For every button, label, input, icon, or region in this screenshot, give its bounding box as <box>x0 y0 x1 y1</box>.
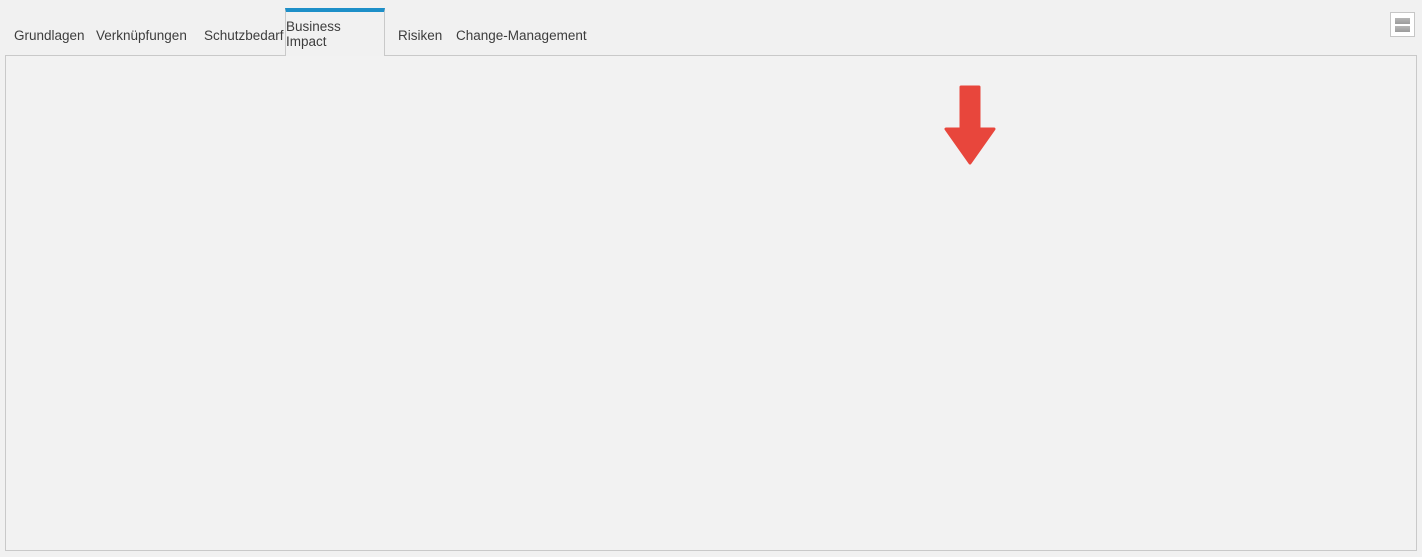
tab-grundlagen[interactable]: Grundlagen <box>14 28 85 43</box>
tab-verknuepfungen[interactable]: Verknüpfungen <box>96 28 187 43</box>
menu-icon[interactable] <box>1390 12 1415 37</box>
menu-bar-icon <box>1395 26 1410 32</box>
tab-risiken[interactable]: Risiken <box>398 28 442 43</box>
menu-bar-icon <box>1395 18 1410 24</box>
page: Grundlagen Verknüpfungen Schutzbedarf Bu… <box>0 0 1422 557</box>
tab-business-impact[interactable]: Business Impact <box>285 8 385 56</box>
tab-change-management[interactable]: Change-Management <box>456 28 587 43</box>
content-panel <box>5 55 1417 551</box>
tab-schutzbedarf[interactable]: Schutzbedarf <box>204 28 284 43</box>
